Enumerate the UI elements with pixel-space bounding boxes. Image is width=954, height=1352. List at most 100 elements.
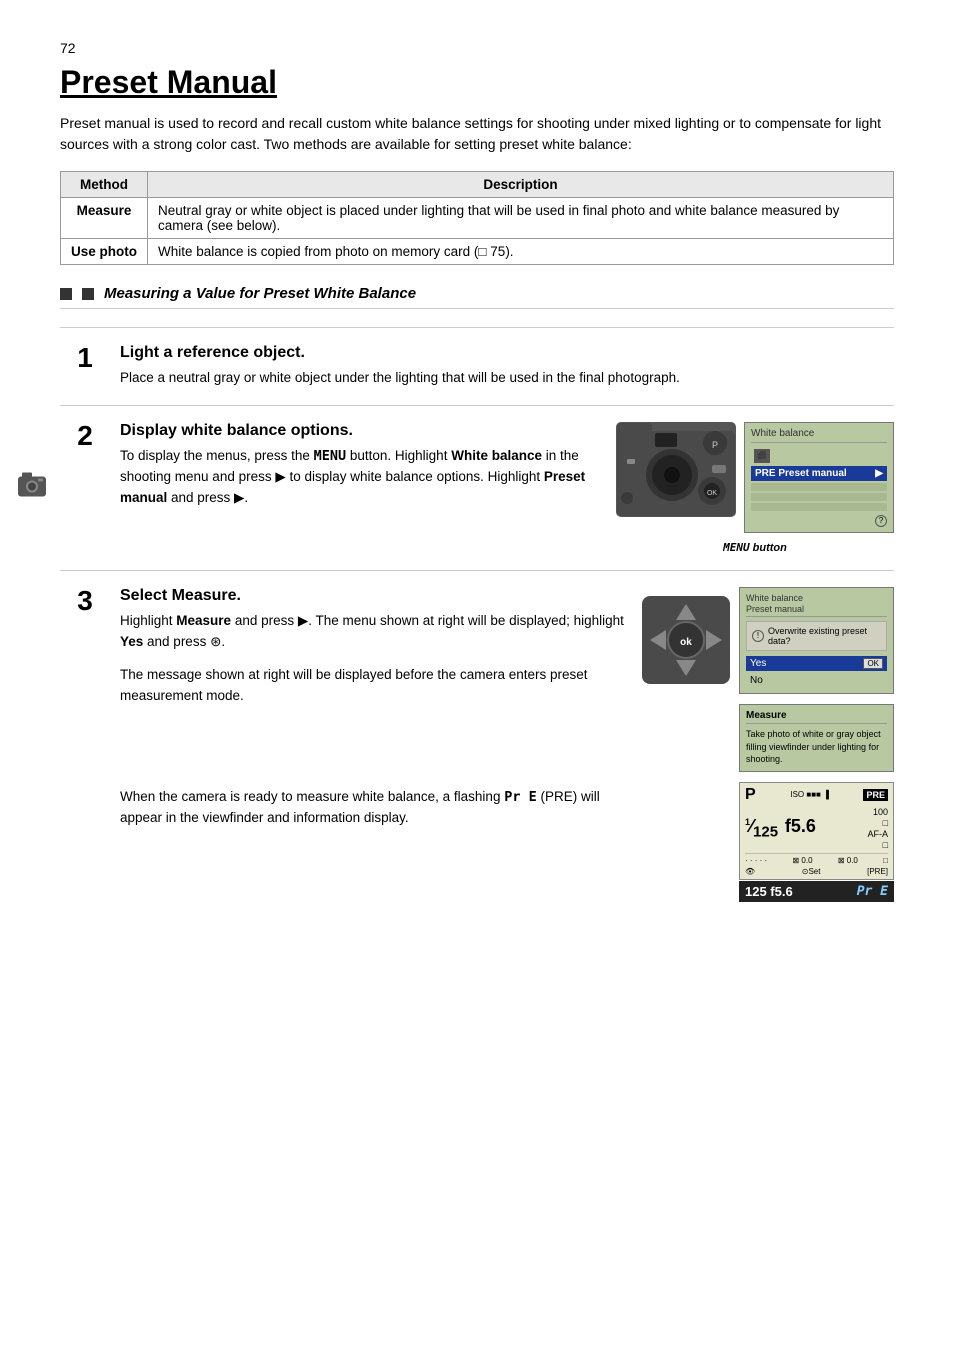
vf-pre-badge: PRE [863,789,888,801]
page-number: 72 [60,40,894,56]
camera-svg: P OK [617,423,735,516]
lcd-screen: White balance ⬛ PRE Preset manual ▶ [744,422,894,533]
warning-icon: ! [752,630,764,642]
methods-table: Method Description Measure Neutral gray … [60,171,894,265]
menu-label: MENU button [723,541,787,554]
vf-iso-value: 100 [873,807,888,817]
measure-keyword: Measure [176,613,231,628]
lcd-title: White balance [751,428,887,443]
white-balance-keyword: White balance [451,448,542,463]
section-heading-text: Measuring a Value for Preset White Balan… [104,285,416,302]
lcd-row [751,493,887,501]
vf-right-col: 100 □ AF-A □ [867,807,888,850]
bottom-strip: 125 f5.6 Pr E [739,881,894,902]
step-1-body: Place a neutral gray or white object und… [120,368,894,389]
measure-title: Measure [746,710,887,724]
lcd-selected-text: PRE Preset manual [755,468,847,479]
step-3-extra-text-1: The message shown at right will be displ… [120,665,625,707]
step-3-extra-2: When the camera is ready to measure whit… [120,787,625,829]
measure-box: Measure Take photo of white or gray obje… [739,704,894,772]
dialog-yes: Yes OK [746,656,887,671]
vf-ev2: ⊠ 0.0 [838,856,858,865]
step-1: 1 Light a reference object. Place a neut… [60,327,894,405]
step-3-body-1: Highlight Measure and press ▶. The menu … [120,611,625,653]
vf-eye-icon: 👁 [745,867,755,876]
ok-button: OK [863,658,883,669]
step-2-number: 2 [77,422,93,450]
vf-af-box: □ [883,840,888,850]
dpad-area: ok [641,595,731,685]
vf-dots: · · · · · [745,856,767,865]
vf-bottom-row: · · · · · ⊠ 0.0 ⊠ 0.0 □ [745,853,888,865]
step-3-images: ok White balance Preset manual ! Overwri… [641,587,894,902]
camera-mockup: P OK [616,422,736,517]
intro-text: Preset manual is used to record and reca… [60,113,894,155]
lcd-row [751,503,887,511]
vf-af-label: AF-A [867,829,888,839]
bottom-pre: Pr E [857,884,888,899]
svg-text:OK: OK [707,490,717,497]
step-3: 3 Select Measure. Highlight Measure and … [60,570,894,918]
menu-keyword: MENU [314,448,347,464]
preset-manual-keyword: Preset manual [120,469,585,505]
lcd-item: ⬛ [751,447,887,465]
viewfinder-display: P ISO ■■■ ▐ PRE 1⁄125 f5.6 100 □ [739,782,894,880]
lcd-icon: ⬛ [754,449,770,463]
step-3-content: Select Measure. Highlight Measure and pr… [110,587,625,829]
lcd-selected-item: PRE Preset manual ▶ [751,466,887,481]
svg-text:P: P [712,440,718,450]
svg-text:ok: ok [680,637,692,648]
step-3-number: 3 [77,587,93,615]
dpad-svg: ok [642,596,730,684]
section-icon [60,288,72,300]
lcd-arrow: ▶ [875,468,883,479]
section-icon-2 [82,288,94,300]
no-option: No [750,675,763,686]
vf-top-row: P ISO ■■■ ▐ PRE [745,786,888,804]
step-3-extra-text-2: When the camera is ready to measure whit… [120,787,625,829]
vf-labels-row: 👁 ⊙Set [PRE] [745,865,888,876]
dialog-warning-text: Overwrite existing preset data? [768,626,881,646]
steps-container: 1 Light a reference object. Place a neut… [60,327,894,918]
vf-mode: P [745,786,756,804]
dialog-no: No [746,673,887,688]
vf-pre-indicator: [PRE] [867,867,888,876]
step-2-content: Display white balance options. To displa… [110,422,600,509]
step-3-title: Select Measure. [120,587,625,605]
step-3-number-col: 3 [60,587,110,615]
help-icon: ? [875,515,887,527]
step-2-body: To display the menus, press the MENU but… [120,446,600,509]
dialog-title-2: Preset manual [746,604,887,617]
vf-shutter-aperture: 1⁄125 f5.6 [745,816,816,841]
section-heading: Measuring a Value for Preset White Balan… [60,285,894,309]
vf-mid-row: 1⁄125 f5.6 100 □ AF-A □ [745,807,888,850]
yes-option: Yes [750,658,766,669]
step-1-number: 1 [77,344,93,372]
description-cell: Neutral gray or white object is placed u… [148,198,894,239]
step-2-title: Display white balance options. [120,422,600,440]
table-header-description: Description [148,172,894,198]
camera-body-icon [16,470,48,502]
step-2-images: P OK Whi [616,422,894,554]
lcd-help: ? [751,515,887,527]
viewfinder-area: P ISO ■■■ ▐ PRE 1⁄125 f5.6 100 □ [739,782,894,902]
dialog-warning: ! Overwrite existing preset data? [746,621,887,651]
vf-set: □ [883,856,888,865]
step-3-images-row1: ok White balance Preset manual ! Overwri… [641,587,894,694]
step-3-extra-1: The message shown at right will be displ… [120,665,625,707]
description-cell: White balance is copied from photo on me… [148,239,894,265]
method-cell: Use photo [61,239,148,265]
measure-text: Take photo of white or gray object filli… [746,728,887,766]
yes-keyword: Yes [120,634,143,649]
vf-shutter: 1⁄125 [745,816,778,836]
vf-aperture: f5.6 [785,816,816,836]
step-2: 2 Display white balance options. To disp… [60,405,894,570]
step-1-number-col: 1 [60,344,110,372]
vf-ev1: ⊠ 0.0 [793,856,813,865]
bottom-shutter-aperture: 125 f5.6 [745,884,793,899]
overwrite-dialog: White balance Preset manual ! Overwrite … [739,587,894,694]
step-1-content: Light a reference object. Place a neutra… [110,344,894,389]
vf-set-label: ⊙Set [802,867,821,876]
method-cell: Measure [61,198,148,239]
page-title: Preset Manual [60,64,894,101]
